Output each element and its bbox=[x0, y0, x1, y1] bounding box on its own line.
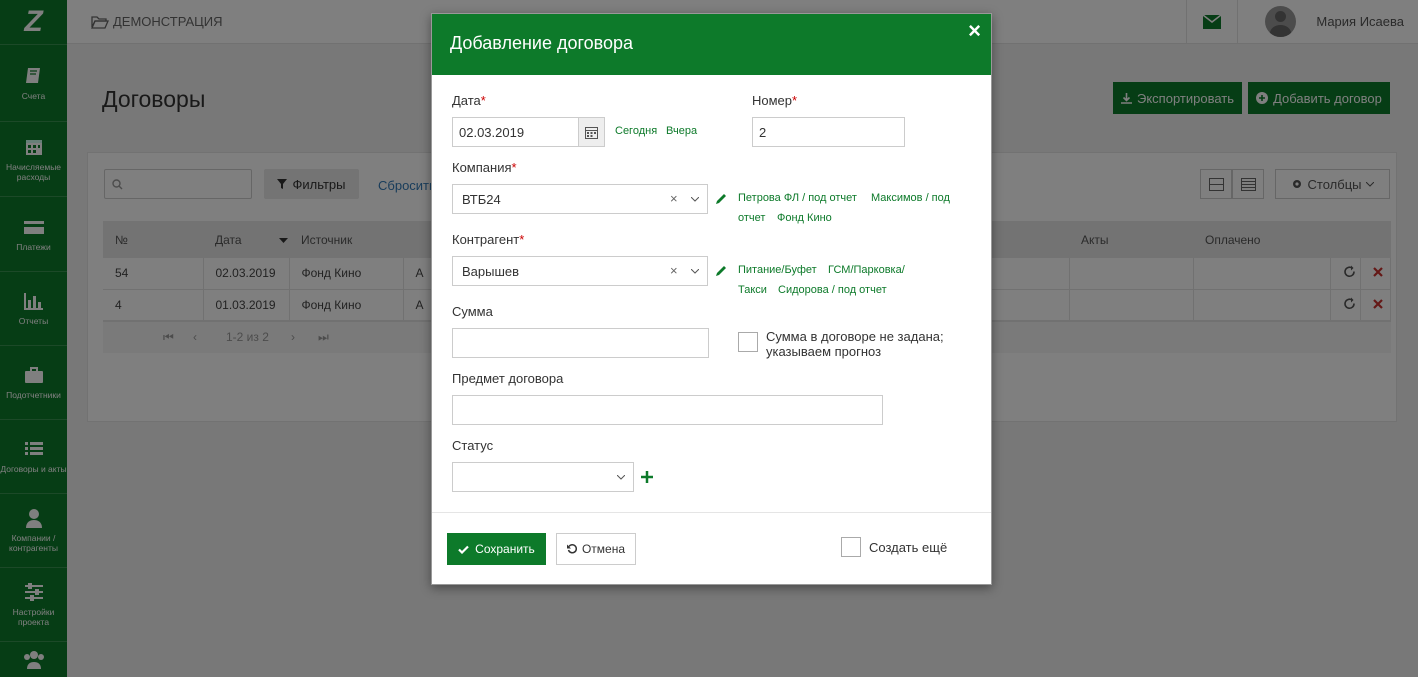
chevron-down-icon[interactable] bbox=[617, 475, 625, 480]
company-quick-link[interactable]: отчет bbox=[738, 208, 765, 228]
company-quick-link[interactable]: Максимов / под bbox=[871, 188, 950, 208]
pencil-icon[interactable] bbox=[715, 265, 727, 277]
counterparty-quick-link[interactable]: Сидорова / под отчет bbox=[778, 280, 887, 300]
close-icon[interactable]: × bbox=[968, 18, 981, 44]
counterparty-label: Контрагент* bbox=[452, 232, 524, 247]
counterparty-quick-link[interactable]: Питание/Буфет bbox=[738, 260, 817, 280]
sum-not-set-label[interactable]: Сумма в договоре не задана; указываем пр… bbox=[766, 329, 944, 359]
company-quick-link[interactable]: Петрова ФЛ / под отчет bbox=[738, 188, 857, 208]
required-mark: * bbox=[792, 93, 798, 108]
save-label: Сохранить bbox=[475, 542, 535, 556]
required-mark: * bbox=[519, 232, 525, 247]
required-mark: * bbox=[480, 93, 486, 108]
subject-input[interactable] bbox=[452, 395, 883, 425]
number-input[interactable]: 2 bbox=[752, 117, 905, 147]
yesterday-link[interactable]: Вчера bbox=[666, 121, 697, 141]
dialog-title: Добавление договора bbox=[450, 33, 634, 53]
add-contract-dialog: Добавление договора × Дата* 02.03.2019 С… bbox=[431, 13, 992, 585]
required-mark: * bbox=[511, 160, 517, 175]
number-label-text: Номер bbox=[752, 93, 793, 108]
sum-input[interactable] bbox=[452, 328, 709, 358]
create-more-checkbox[interactable] bbox=[841, 537, 861, 557]
check-icon bbox=[458, 545, 469, 554]
sum-not-set-line1: Сумма в договоре не задана; bbox=[766, 329, 944, 344]
company-quick-link[interactable]: Фонд Кино bbox=[777, 208, 832, 228]
status-label: Статус bbox=[452, 438, 494, 453]
chevron-down-icon[interactable] bbox=[691, 269, 699, 274]
dialog-header: Добавление договора × bbox=[432, 14, 991, 75]
create-more-label[interactable]: Создать ещё bbox=[869, 540, 947, 555]
sum-not-set-line2: указываем прогноз bbox=[766, 344, 882, 359]
clear-counterparty-icon[interactable]: × bbox=[670, 263, 678, 278]
chevron-down-icon[interactable] bbox=[691, 197, 699, 202]
number-label: Номер* bbox=[752, 93, 797, 108]
counterparty-quick-link[interactable]: ГСМ/Парковка/ bbox=[828, 260, 905, 280]
date-label: Дата* bbox=[452, 93, 486, 108]
save-button[interactable]: Сохранить bbox=[447, 533, 546, 565]
today-link[interactable]: Сегодня bbox=[615, 121, 657, 141]
calendar-icon bbox=[585, 126, 598, 139]
date-input[interactable]: 02.03.2019 bbox=[452, 117, 579, 147]
undo-icon bbox=[566, 544, 577, 554]
sum-label: Сумма bbox=[452, 304, 493, 319]
clear-company-icon[interactable]: × bbox=[670, 191, 678, 206]
pencil-icon[interactable] bbox=[715, 193, 727, 205]
counterparty-label-text: Контрагент bbox=[452, 232, 520, 247]
company-label: Компания* bbox=[452, 160, 517, 175]
company-label-text: Компания bbox=[452, 160, 512, 175]
sum-not-set-checkbox[interactable] bbox=[738, 332, 758, 352]
subject-label: Предмет договора bbox=[452, 371, 564, 386]
footer-divider bbox=[432, 512, 991, 513]
counterparty-quick-link[interactable]: Такси bbox=[738, 280, 767, 300]
cancel-button[interactable]: Отмена bbox=[556, 533, 636, 565]
calendar-button[interactable] bbox=[578, 117, 605, 147]
plus-icon[interactable] bbox=[641, 471, 653, 483]
status-select[interactable] bbox=[452, 462, 634, 492]
cancel-label: Отмена bbox=[581, 542, 626, 556]
date-label-text: Дата bbox=[452, 93, 481, 108]
